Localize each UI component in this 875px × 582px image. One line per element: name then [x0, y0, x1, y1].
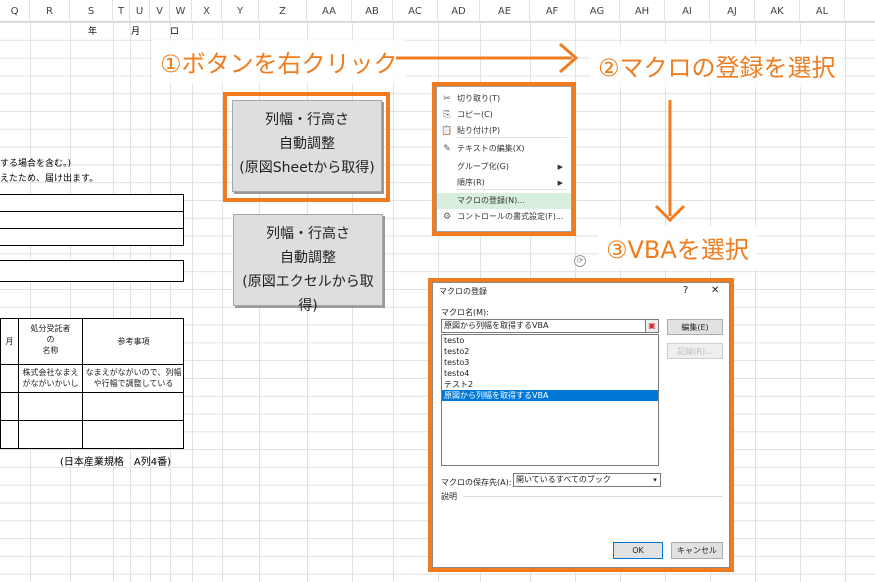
highlight-frame-menu [432, 82, 576, 236]
rotate-handle-icon[interactable]: ⟳ [574, 255, 586, 267]
highlight-frame-dialog [428, 278, 734, 572]
